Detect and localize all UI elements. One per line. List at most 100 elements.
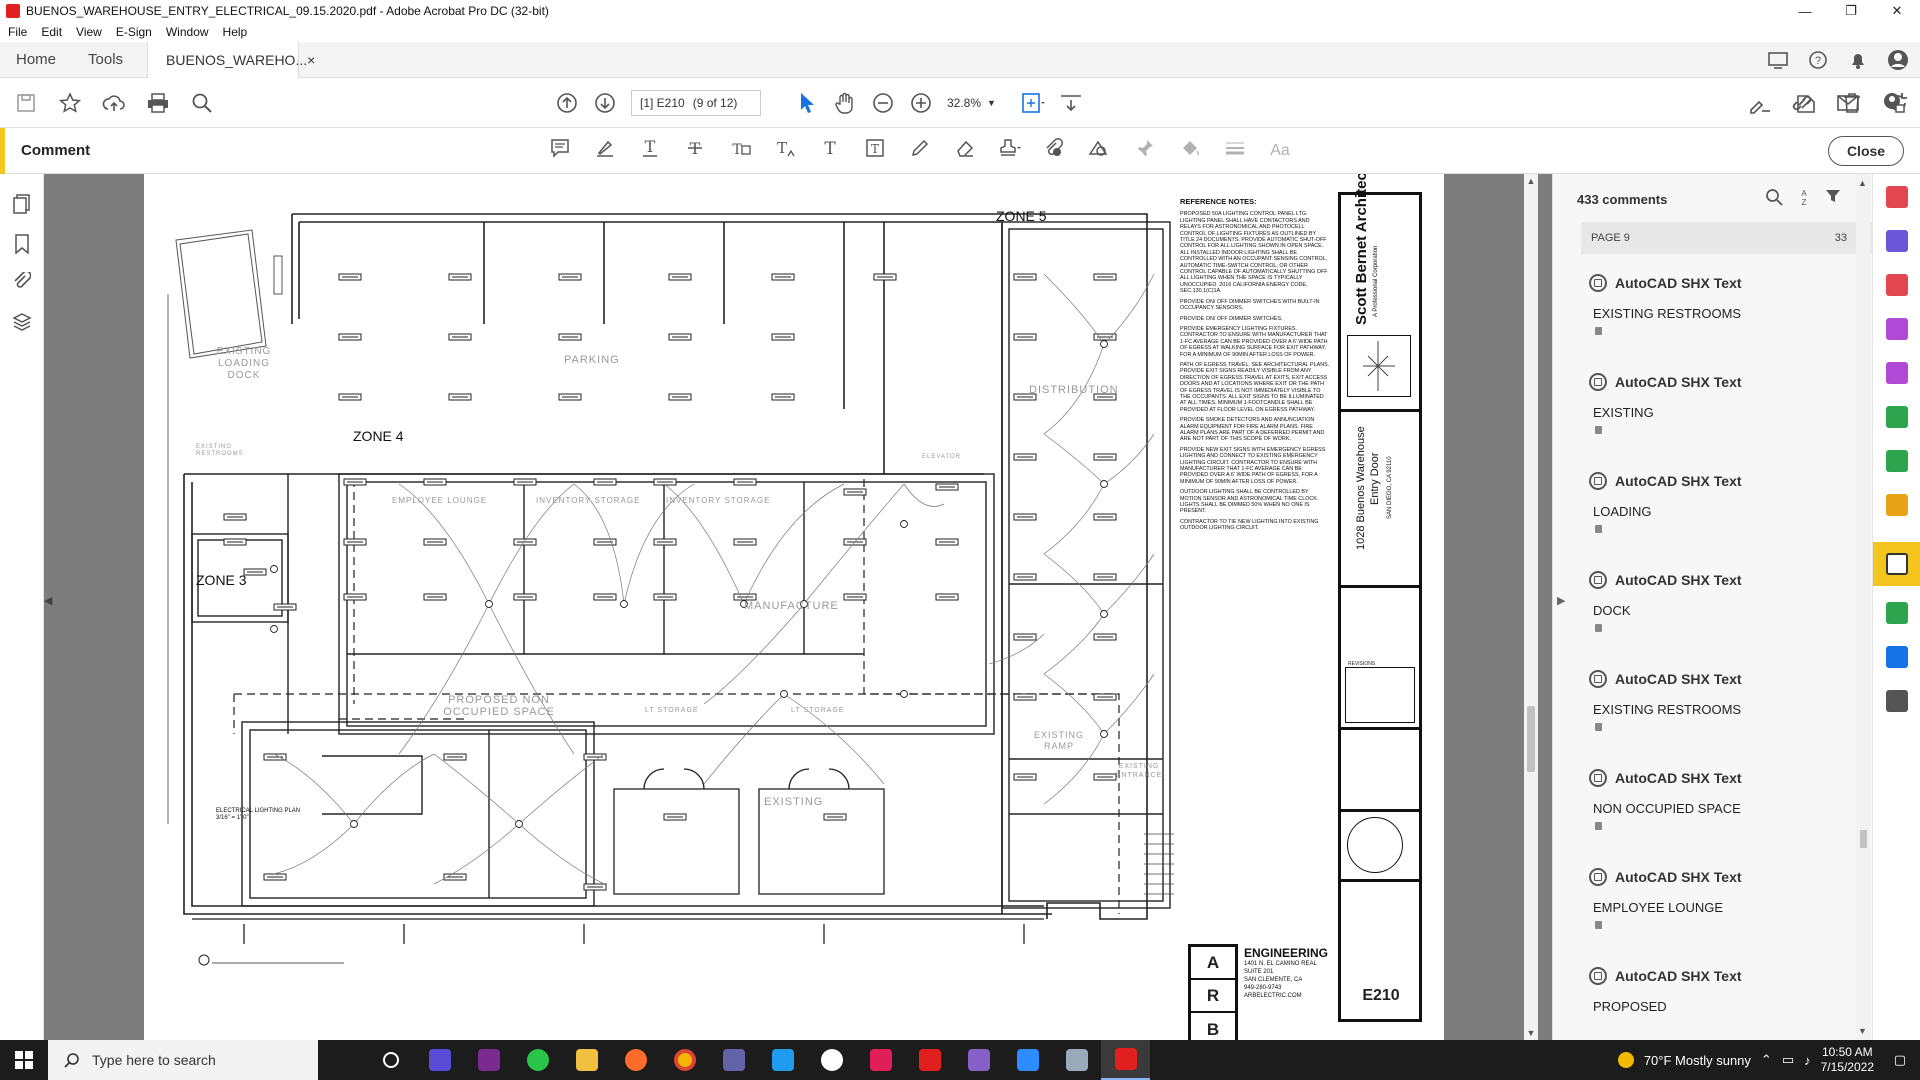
attachments-icon[interactable] bbox=[10, 270, 34, 294]
comments-scrollbar[interactable]: ▲ ▼ bbox=[1856, 174, 1870, 1040]
comment-item[interactable]: AutoCAD SHX Text PROPOSED bbox=[1581, 951, 1875, 1047]
close-tab-icon[interactable]: × bbox=[307, 52, 315, 68]
protect-icon[interactable] bbox=[1886, 646, 1908, 668]
vscode-icon[interactable] bbox=[758, 1040, 807, 1080]
menu-view[interactable]: View bbox=[76, 25, 102, 39]
zoom-dropdown[interactable]: 32.8% ▼ bbox=[947, 96, 1007, 110]
fit-page-icon[interactable] bbox=[1021, 91, 1045, 115]
tab-document[interactable]: BUENOS_WAREHO... × bbox=[147, 41, 315, 78]
expand-left-pane-arrow-icon[interactable]: ◀ bbox=[44, 594, 52, 607]
comment-item[interactable]: AutoCAD SHX Text NON OCCUPIED SPACE bbox=[1581, 753, 1875, 849]
weather-sun-icon[interactable] bbox=[1617, 1052, 1634, 1068]
fill-sign-tool-icon[interactable] bbox=[1886, 362, 1908, 384]
close-comment-button[interactable]: Close bbox=[1828, 136, 1904, 166]
firefox-icon[interactable] bbox=[611, 1040, 660, 1080]
replace-text-icon[interactable]: T bbox=[725, 138, 755, 164]
search-comments-icon[interactable] bbox=[1765, 188, 1783, 211]
github-icon[interactable] bbox=[807, 1040, 856, 1080]
zoom-app-icon[interactable] bbox=[1003, 1040, 1052, 1080]
next-page-icon[interactable] bbox=[593, 91, 617, 115]
bookmarks-icon[interactable] bbox=[10, 232, 34, 256]
help-icon[interactable]: ? bbox=[1806, 48, 1830, 72]
scroll-mode-icon[interactable] bbox=[1059, 91, 1083, 115]
file-explorer-icon[interactable] bbox=[562, 1040, 611, 1080]
comment-item[interactable]: AutoCAD SHX Text DOCK bbox=[1581, 555, 1875, 651]
taskbar-search[interactable]: Type here to search bbox=[48, 1040, 318, 1080]
chrome-icon[interactable] bbox=[660, 1040, 709, 1080]
line-weight-icon[interactable] bbox=[1220, 138, 1250, 164]
slack-icon[interactable] bbox=[856, 1040, 905, 1080]
organize-pages-icon[interactable] bbox=[1886, 274, 1908, 296]
scan-ocr-icon[interactable] bbox=[1886, 450, 1908, 472]
notifications-icon[interactable]: ▢ bbox=[1894, 1052, 1906, 1068]
find-icon[interactable] bbox=[190, 91, 214, 115]
maximize-button[interactable]: ❐ bbox=[1828, 0, 1874, 22]
app-green-icon[interactable] bbox=[513, 1040, 562, 1080]
sign-icon[interactable] bbox=[1748, 91, 1772, 115]
cortana-icon[interactable] bbox=[366, 1040, 415, 1080]
sort-icon[interactable]: AZ bbox=[1797, 188, 1811, 211]
scroll-up-arrow-icon[interactable]: ▲ bbox=[1858, 178, 1867, 188]
scroll-down-arrow-icon[interactable]: ▼ bbox=[1524, 1028, 1538, 1038]
eraser-icon[interactable] bbox=[950, 138, 980, 164]
start-button[interactable] bbox=[0, 1040, 48, 1080]
attach-file-icon[interactable] bbox=[1040, 138, 1070, 164]
notification-bell-icon[interactable] bbox=[1846, 48, 1870, 72]
minimize-button[interactable]: — bbox=[1782, 0, 1828, 22]
filter-icon[interactable] bbox=[1825, 188, 1841, 211]
zoom-in-icon[interactable] bbox=[909, 91, 933, 115]
menu-file[interactable]: File bbox=[8, 25, 27, 39]
comment-item[interactable]: AutoCAD SHX Text EXISTING RESTROOMS bbox=[1581, 654, 1875, 750]
add-text-icon[interactable]: T bbox=[815, 138, 845, 164]
menu-esign[interactable]: E-Sign bbox=[116, 25, 152, 39]
comment-item[interactable]: AutoCAD SHX Text EXISTING bbox=[1581, 357, 1875, 453]
prev-page-icon[interactable] bbox=[555, 91, 579, 115]
comment-item[interactable]: AutoCAD SHX Text LOADING bbox=[1581, 456, 1875, 552]
collapse-panel-arrow-icon[interactable]: ▶ bbox=[1557, 594, 1569, 607]
prepare-form-icon[interactable] bbox=[1886, 494, 1908, 516]
pencil-icon[interactable] bbox=[905, 138, 935, 164]
upload-cloud-icon[interactable] bbox=[102, 91, 126, 115]
link-icon[interactable] bbox=[1790, 91, 1814, 115]
visual-studio-icon[interactable] bbox=[954, 1040, 1003, 1080]
app-xc-icon[interactable] bbox=[415, 1040, 464, 1080]
comments-scroll-thumb[interactable] bbox=[1860, 830, 1867, 848]
document-scroll-thumb[interactable] bbox=[1527, 706, 1535, 772]
page-group-header[interactable]: PAGE 9 33 ⌄ bbox=[1581, 222, 1875, 254]
pin-icon[interactable] bbox=[1130, 138, 1160, 164]
bookmark-star-icon[interactable] bbox=[58, 91, 82, 115]
tab-home[interactable]: Home bbox=[0, 42, 72, 78]
teams-icon[interactable] bbox=[709, 1040, 758, 1080]
layers-icon[interactable] bbox=[10, 310, 34, 334]
tray-chevron-up-icon[interactable]: ⌃ bbox=[1761, 1052, 1772, 1068]
menu-window[interactable]: Window bbox=[166, 25, 209, 39]
comment-item[interactable]: AutoCAD SHX Text EXISTING RESTROOMS bbox=[1581, 258, 1875, 354]
app-misc-icon[interactable] bbox=[1052, 1040, 1101, 1080]
strikethrough-icon[interactable]: T bbox=[680, 138, 710, 164]
comment-tool-icon[interactable] bbox=[1886, 553, 1908, 575]
account-icon[interactable] bbox=[1886, 48, 1910, 72]
user-share-icon[interactable] bbox=[1882, 91, 1906, 115]
weather-text[interactable]: 70°F Mostly sunny bbox=[1644, 1053, 1751, 1068]
page-number-field[interactable]: [1] E210 (9 of 12) bbox=[631, 90, 761, 116]
scroll-down-arrow-icon[interactable]: ▼ bbox=[1858, 1026, 1867, 1036]
text-box-icon[interactable]: T bbox=[860, 138, 890, 164]
create-pdf-icon[interactable] bbox=[1886, 186, 1908, 208]
close-window-button[interactable]: ✕ bbox=[1874, 0, 1920, 22]
shapes-icon[interactable] bbox=[1085, 138, 1115, 164]
more-tools-icon[interactable] bbox=[1886, 690, 1908, 712]
scroll-up-arrow-icon[interactable]: ▲ bbox=[1524, 176, 1538, 186]
sticky-note-icon[interactable] bbox=[545, 138, 575, 164]
highlight-icon[interactable] bbox=[590, 138, 620, 164]
export-pdf-icon[interactable] bbox=[1886, 406, 1908, 428]
combine-files-icon[interactable] bbox=[1886, 230, 1908, 252]
acrobat-reader-icon[interactable] bbox=[905, 1040, 954, 1080]
underline-text-icon[interactable]: T bbox=[635, 137, 665, 164]
network-icon[interactable]: ▭ bbox=[1782, 1052, 1794, 1068]
zoom-out-icon[interactable] bbox=[871, 91, 895, 115]
menu-help[interactable]: Help bbox=[223, 25, 248, 39]
insert-text-icon[interactable]: T bbox=[770, 138, 800, 164]
document-scrollbar[interactable]: ▲ ▼ bbox=[1524, 174, 1538, 1040]
stamp-icon[interactable] bbox=[995, 138, 1025, 164]
text-properties-icon[interactable]: Aa bbox=[1265, 142, 1295, 160]
